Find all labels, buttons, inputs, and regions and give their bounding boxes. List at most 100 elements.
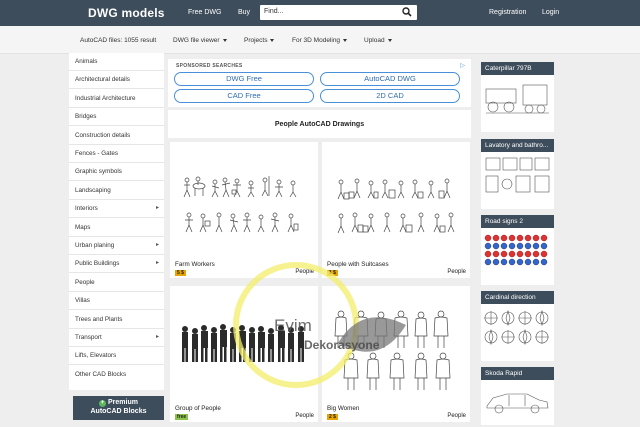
sidebar-item-bridges[interactable]: Bridges [69, 108, 164, 127]
related-item-title[interactable]: Skoda Rapid [481, 367, 554, 380]
plus-icon: + [99, 400, 107, 407]
card-category[interactable]: People [295, 413, 314, 419]
sidebar-item-label: Lifts, Elevators [75, 352, 117, 360]
lavatory-drawing[interactable] [483, 154, 552, 196]
cardinal-direction-drawing[interactable] [483, 306, 552, 348]
card-title[interactable]: Big Women [327, 405, 359, 412]
group-of-people-drawing[interactable] [175, 294, 313, 399]
sponsored-dwg-free-button[interactable]: DWG Free [174, 72, 314, 86]
sidebar-item-label: Animals [75, 58, 98, 65]
sidebar-item-label: People [75, 278, 95, 286]
sidebar-item-villas[interactable]: Villas [69, 292, 164, 311]
sidebar-item-landscaping[interactable]: Landscaping [69, 182, 164, 200]
sidebar-item-urban-planing[interactable]: Urban planing ▸ [69, 237, 164, 255]
menu-label: For 3D Modeling [292, 37, 341, 44]
sponsored-2d-cad-button[interactable]: 2D CAD [320, 89, 460, 103]
top-navbar: DWG models Free DWG Buy Find... Registra… [0, 0, 640, 26]
related-item[interactable]: Skoda Rapid [481, 367, 554, 425]
related-item[interactable]: Caterpillar 797B [481, 62, 554, 132]
sidebar-item-people[interactable]: People [69, 274, 164, 292]
free-dwg-link[interactable]: Free DWG [188, 9, 221, 16]
farm-workers-drawing[interactable] [175, 150, 313, 255]
related-item[interactable]: Cardinal direction [481, 291, 554, 361]
road-signs-drawing[interactable] [483, 230, 552, 272]
menu-3d-modeling[interactable]: For 3D Modeling [292, 37, 348, 44]
sub-navbar: AutoCAD files: 1055 result DWG file view… [0, 26, 640, 54]
search-input[interactable]: Find... [264, 8, 283, 15]
big-women-drawing[interactable] [327, 294, 465, 399]
sidebar-item-lifts-elevators[interactable]: Lifts, Elevators [69, 347, 164, 366]
card-category[interactable]: People [295, 269, 314, 275]
price-badge: 1 $ [327, 270, 338, 276]
related-item-title[interactable]: Lavatory and bathro... [481, 139, 554, 152]
sidebar-item-label: Public Buildings [75, 260, 120, 268]
menu-label: Upload [364, 37, 385, 44]
skoda-rapid-drawing[interactable] [483, 382, 552, 424]
search-box[interactable]: Find... [260, 5, 417, 20]
sponsored-autocad-dwg-button[interactable]: AutoCAD DWG [320, 72, 460, 86]
price-badge: free [175, 414, 189, 420]
card-category[interactable]: People [447, 269, 466, 275]
sidebar-item-label: Bridges [75, 113, 97, 121]
ad-choices-icon[interactable]: ▷ [460, 62, 465, 69]
card-title[interactable]: People with Suitcases [327, 261, 389, 268]
sidebar-item-label: Trees and Plants [75, 315, 123, 323]
related-item-title[interactable]: Cardinal direction [481, 291, 554, 304]
menu-label: DWG file viewer [173, 37, 220, 44]
sidebar-item-label: Villas [75, 297, 90, 305]
sidebar-item-animals[interactable]: Animals [69, 53, 164, 71]
sidebar-item-label: Maps [75, 223, 91, 231]
sidebar-item-interiors[interactable]: Interiors ▸ [69, 200, 164, 219]
sidebar-item-trees-plants[interactable]: Trees and Plants [69, 311, 164, 329]
sidebar-item-label: Transport [75, 334, 102, 341]
related-item-title[interactable]: Road signs 2 [481, 215, 554, 228]
search-icon[interactable] [402, 7, 412, 17]
sidebar-item-construction-details[interactable]: Construction details [69, 127, 164, 145]
card-title[interactable]: Farm Workers [175, 261, 215, 268]
sidebar-item-label: Landscaping [75, 186, 111, 194]
sidebar-item-industrial-architecture[interactable]: Industrial Architecture [69, 90, 164, 108]
caret-down-icon [387, 38, 392, 42]
site-logo[interactable]: DWG models [88, 6, 165, 20]
buy-link[interactable]: Buy [238, 9, 250, 16]
menu-projects[interactable]: Projects [244, 37, 275, 44]
sidebar-item-label: Construction details [75, 131, 131, 139]
caterpillar-drawing[interactable] [483, 77, 552, 119]
related-item-title[interactable]: Caterpillar 797B [481, 62, 554, 75]
card-title[interactable]: Group of People [175, 405, 221, 412]
expand-arrow-icon: ▸ [155, 205, 159, 212]
login-link[interactable]: Login [542, 9, 559, 16]
category-sidebar: Animals Architectural details Industrial… [69, 53, 164, 390]
product-card[interactable]: Farm Workers 5 $ People [170, 142, 318, 278]
sponsored-cad-free-button[interactable]: CAD Free [174, 89, 314, 103]
sidebar-item-public-buildings[interactable]: Public Buildings ▸ [69, 255, 164, 274]
sidebar-item-maps[interactable]: Maps [69, 219, 164, 237]
sidebar-item-other-cad-blocks[interactable]: Other CAD Blocks [69, 366, 164, 384]
sponsored-searches: SPONSORED SEARCHES ▷ DWG Free AutoCAD DW… [168, 59, 471, 107]
premium-blocks-button[interactable]: + Premium AutoCAD Blocks [73, 396, 164, 420]
card-category[interactable]: People [447, 413, 466, 419]
sidebar-item-label: Other CAD Blocks [75, 370, 127, 378]
price-badge: 5 $ [175, 270, 186, 276]
product-card[interactable]: Big Women 2 $ People [322, 286, 470, 422]
related-item[interactable]: Lavatory and bathro... [481, 139, 554, 209]
sidebar-item-label: Architectural details [75, 76, 130, 84]
section-header: People AutoCAD Drawings [168, 110, 471, 138]
related-item[interactable]: Road signs 2 [481, 215, 554, 285]
registration-link[interactable]: Registration [489, 9, 526, 16]
sidebar-item-graphic-symbols[interactable]: Graphic symbols [69, 163, 164, 182]
sidebar-item-transport[interactable]: Transport ▸ [69, 329, 164, 347]
expand-arrow-icon: ▸ [155, 260, 159, 267]
sidebar-item-architectural-details[interactable]: Architectural details [69, 71, 164, 90]
premium-subtitle: AutoCAD Blocks [90, 408, 147, 415]
menu-upload[interactable]: Upload [364, 37, 392, 44]
people-suitcases-drawing[interactable] [327, 150, 465, 255]
sidebar-item-fences-gates[interactable]: Fences - Gates [69, 145, 164, 163]
product-card[interactable]: People with Suitcases 1 $ People [322, 142, 470, 278]
sidebar-item-label: Graphic symbols [75, 168, 122, 176]
premium-line1-label: Premium [108, 399, 138, 406]
menu-dwg-viewer[interactable]: DWG file viewer [173, 37, 227, 44]
product-card[interactable]: Group of People free People [170, 286, 318, 422]
page-title: People AutoCAD Drawings [274, 121, 365, 128]
sidebar-item-label: Industrial Architecture [75, 94, 136, 102]
